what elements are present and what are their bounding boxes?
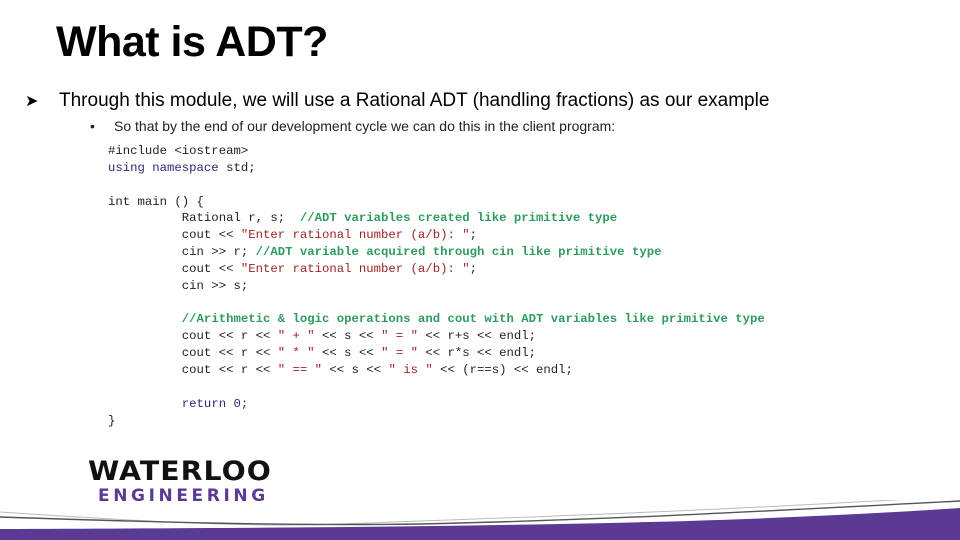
footer-swoosh: [0, 500, 960, 540]
code-comment: //Arithmetic & logic operations and cout…: [181, 312, 765, 327]
code-comment: //ADT variable acquired through cin like…: [255, 245, 662, 260]
code-line: //Arithmetic & logic operations and cout…: [108, 311, 765, 328]
main-bullet: ➤ Through this module, we will use a Rati…: [24, 90, 769, 112]
code-text: cout << r <<: [108, 362, 278, 377]
code-string: " == ": [277, 362, 323, 377]
code-line: cout << r << " == " << s << " is " << (r…: [108, 362, 765, 379]
code-string: " = ": [381, 346, 418, 361]
code-string: " = ": [381, 329, 418, 344]
code-text: << s <<: [314, 346, 382, 361]
code-text: << (r==s) << endl;: [432, 362, 573, 377]
code-text: << r+s << endl;: [417, 329, 537, 344]
code-line: #include <iostream>: [108, 143, 765, 160]
code-line: cin >> s;: [108, 278, 765, 295]
dot-bullet-icon: •: [90, 118, 95, 134]
code-line: cout << "Enter rational number (a/b): ";: [108, 261, 765, 278]
code-text: cout << r <<: [108, 346, 278, 361]
code-string: "Enter rational number (a/b): ": [240, 261, 470, 276]
code-text: << s <<: [322, 362, 389, 377]
code-text: cin >> s;: [108, 278, 249, 293]
code-keyword: using namespace: [108, 160, 227, 175]
code-line: int main () {: [108, 194, 765, 211]
code-text: ;: [469, 261, 477, 276]
code-line: using namespace std;: [108, 160, 765, 177]
code-text: Rational r, s;: [108, 211, 300, 226]
code-text: cin >> r;: [108, 245, 256, 260]
code-text: std;: [226, 160, 256, 175]
code-string: " is ": [388, 362, 433, 377]
logo-waterloo-text: WATERLOO: [88, 456, 272, 487]
footer-purple-band: [0, 508, 960, 540]
code-text: cout <<: [108, 228, 241, 243]
code-text: cout <<: [108, 261, 241, 276]
slide-title: What is ADT?: [56, 18, 328, 66]
code-line: cout << r << " + " << s << " = " << r+s …: [108, 328, 765, 345]
code-line: cin >> r; //ADT variable acquired throug…: [108, 244, 765, 261]
code-text: << r*s << endl;: [417, 346, 537, 361]
code-text: }: [108, 413, 116, 428]
code-text: #include <iostream>: [108, 144, 249, 158]
code-text: ;: [469, 228, 477, 243]
main-bullet-text: Through this module, we will use a Ratio…: [59, 90, 770, 111]
code-comment: //ADT variables created like primitive t…: [299, 211, 618, 226]
code-text: int main () {: [108, 194, 204, 209]
waterloo-engineering-logo: WATERLOO ENGINEERING: [88, 458, 271, 507]
code-line: }: [108, 413, 765, 430]
sub-bullet-text: So that by the end of our development cy…: [114, 118, 616, 134]
code-block: #include <iostream> using namespace std; i…: [108, 143, 765, 429]
code-string: "Enter rational number (a/b): ": [240, 228, 470, 243]
code-string: " * ": [277, 346, 315, 361]
code-text: cout << r <<: [108, 329, 278, 344]
sub-bullet: • So that by the end of our development c…: [90, 118, 615, 134]
code-line: cout << r << " * " << s << " = " << r*s …: [108, 345, 765, 362]
arrow-bullet-icon: ➤: [25, 93, 39, 110]
code-line: return 0;: [108, 396, 765, 413]
code-line: Rational r, s; //ADT variables created l…: [108, 210, 765, 227]
code-text: << s <<: [314, 329, 382, 344]
code-keyword: return 0;: [181, 396, 249, 411]
code-line: cout << "Enter rational number (a/b): ";: [108, 227, 765, 244]
code-string: " + ": [277, 329, 315, 344]
